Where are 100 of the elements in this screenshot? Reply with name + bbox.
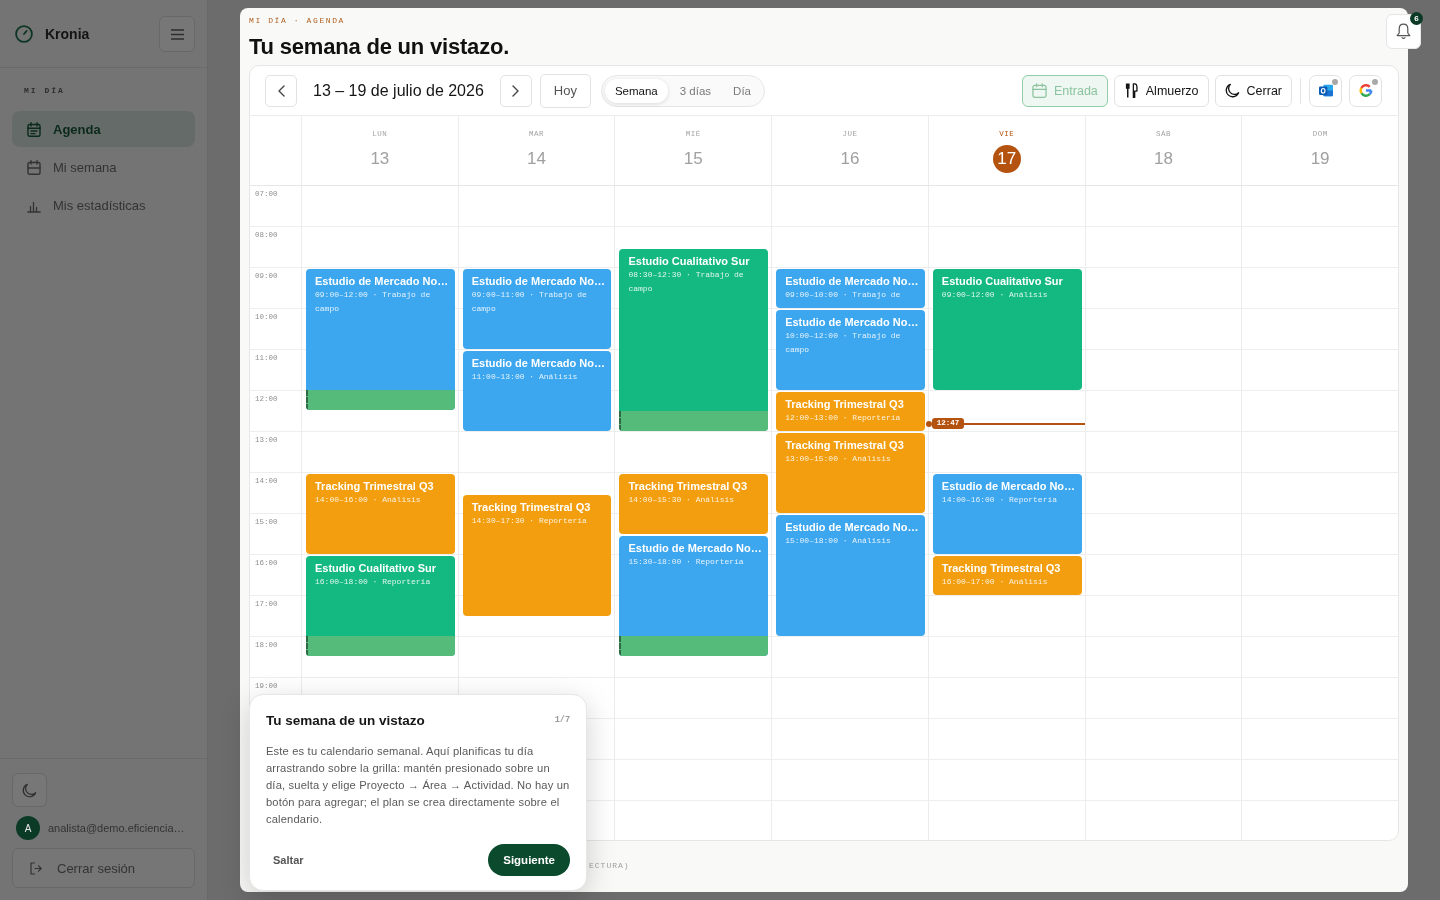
nav-item[interactable]: Mi semana — [12, 149, 195, 185]
day-number: 14 — [526, 148, 547, 170]
close-button[interactable]: Cerrar — [1214, 74, 1292, 107]
event-title: Estudio de Mercado No… — [627, 540, 763, 555]
next-week-button[interactable] — [499, 74, 532, 107]
tour-title: Tu semana de un vistazo — [266, 712, 425, 728]
menu-button[interactable] — [159, 16, 195, 52]
event-title: Estudio de Mercado No… — [314, 274, 450, 288]
event-detail: 15:00–18:00 · Análisis — [784, 535, 892, 547]
notifications-button[interactable]: 6 — [1386, 14, 1421, 49]
calendar-icon — [1032, 83, 1047, 98]
day-number: 17 — [992, 145, 1021, 173]
event-detail: 14:00–16:00 · Análisis — [314, 494, 422, 506]
event-title: Tracking Trimestral Q3 — [784, 438, 905, 452]
event-detail: 08:30–12:30 · Trabajo de campo — [627, 268, 745, 295]
calendar-list-icon — [27, 121, 41, 137]
day-number: 13 — [369, 148, 391, 170]
bell-icon — [1396, 23, 1411, 40]
chevron-left-icon — [277, 84, 285, 97]
view-tab[interactable]: 3 días — [669, 78, 722, 103]
day-number: 19 — [1309, 148, 1331, 170]
event-detail: 15:30–18:00 · Reportería — [627, 555, 745, 568]
user-email: analista@demo.eficiencia… — [48, 822, 185, 834]
page-title: Tu semana de un vistazo. — [249, 33, 511, 61]
event-detail: 16:00–17:00 · Análisis — [940, 576, 1049, 588]
event-detail: 10:00–12:00 · Trabajo de campo — [784, 330, 902, 356]
logout-icon — [30, 861, 42, 875]
calendar-sync-button[interactable] — [1309, 74, 1342, 107]
current-time-dot-icon — [925, 420, 932, 427]
tour-step-counter: 1/7 — [554, 715, 570, 725]
event-title: Tracking Trimestral Q3 — [784, 397, 905, 411]
event-detail: 14:30–17:30 · Reportería — [470, 514, 588, 527]
date-range-label: 13 – 19 de julio de 2026 — [313, 81, 484, 100]
event-detail: 14:00–16:00 · Reportería — [940, 494, 1059, 506]
next-button[interactable]: Siguiente — [488, 844, 570, 876]
event-card[interactable]: Estudio de Mercado No… 15:30–18:00 · Reportería — [619, 535, 769, 656]
day-number: 18 — [1152, 148, 1174, 170]
nav-item[interactable]: Agenda — [12, 111, 195, 147]
event-card[interactable]: Tracking Trimestral Q3 13:00–15:00 · Análisis — [776, 433, 925, 513]
event-detail: 09:00–10:00 · Trabajo de — [784, 289, 902, 301]
event-card[interactable]: Tracking Trimestral Q3 12:00–13:00 · Reportería — [776, 392, 925, 431]
event-title: Tracking Trimestral Q3 — [627, 479, 749, 493]
event-title: Estudio de Mercado No… — [784, 520, 920, 534]
user-avatar: A — [16, 816, 40, 840]
moon-icon — [22, 782, 37, 798]
theme-toggle-button[interactable] — [12, 773, 47, 807]
event-detail: 16:00–18:00 · Reportería — [314, 576, 432, 588]
event-title: Tracking Trimestral Q3 — [314, 479, 435, 493]
fork-knife-icon — [1123, 83, 1139, 98]
mail-tile-logo-icon — [1318, 84, 1333, 97]
calendar-sync-button[interactable] — [1349, 74, 1382, 107]
event-title: Estudio Cualitativo Sur — [940, 274, 1064, 288]
day-number: 16 — [839, 148, 861, 170]
event-detail: 14:00–15:30 · Análisis — [627, 494, 736, 506]
chevron-right-icon — [512, 84, 520, 97]
event-card[interactable]: Estudio de Mercado No… 11:00–13:00 · Análisis — [462, 351, 612, 431]
lunch-button[interactable]: Almuerzo — [1113, 74, 1209, 107]
skip-button[interactable]: Saltar — [266, 848, 311, 872]
event-title: Tracking Trimestral Q3 — [470, 499, 592, 514]
tour-text: Este es tu calendario semanal. Aquí planificas tu día arrastrando sobre la grilla: mantén presionado sobre un día, suelta y elige Proyecto → Área → Actividad. No hay un botón para agregar; el plan se crea directamente sobre el calendario. — [266, 744, 570, 827]
event-card[interactable]: Estudio de Mercado No… 14:00–16:00 · Reportería — [932, 474, 1082, 554]
event-title: Estudio de Mercado No… — [470, 356, 606, 370]
event-card[interactable]: Estudio de Mercado No… 15:00–18:00 · Análisis — [776, 515, 925, 636]
event-title: Estudio de Mercado No… — [470, 274, 606, 288]
view-tab[interactable]: Día — [723, 78, 761, 103]
event-card[interactable]: Tracking Trimestral Q3 14:30–17:30 · Reportería — [462, 494, 612, 616]
clock-logo-icon — [15, 25, 33, 43]
event-card[interactable]: Tracking Trimestral Q3 14:00–16:00 · Análisis — [306, 474, 455, 554]
event-detail: 09:00–12:00 · Trabajo de campo — [314, 289, 432, 315]
event-detail: 09:00–11:00 · Trabajo de campo — [470, 289, 588, 315]
event-card[interactable]: Estudio de Mercado No… 09:00–12:00 · Trabajo de campo — [306, 269, 455, 410]
event-title: Tracking Trimestral Q3 — [940, 561, 1062, 575]
today-button[interactable]: Hoy — [539, 73, 591, 108]
moon-icon — [1224, 83, 1240, 98]
calendar-icon — [27, 159, 41, 175]
nav-item[interactable]: Mis estadísticas — [12, 187, 195, 223]
day-number: 15 — [682, 148, 704, 170]
event-card[interactable]: Estudio Cualitativo Sur 08:30–12:30 · Trabajo de campo — [619, 248, 769, 431]
event-card[interactable]: Tracking Trimestral Q3 16:00–17:00 · Análisis — [932, 556, 1082, 595]
previous-week-button[interactable] — [265, 74, 297, 107]
event-title: Estudio de Mercado No… — [940, 479, 1077, 493]
logout-button[interactable]: Cerrar sesión — [12, 848, 195, 888]
event-title: Estudio Cualitativo Sur — [314, 561, 437, 575]
event-card[interactable]: Estudio de Mercado No… 09:00–10:00 · Trabajo de — [776, 269, 925, 308]
event-card[interactable]: Estudio Cualitativo Sur 09:00–12:00 · Análisis — [932, 269, 1082, 390]
view-tab[interactable]: Semana — [604, 78, 668, 103]
event-card[interactable]: Tracking Trimestral Q3 14:00–15:30 · Análisis — [619, 474, 769, 534]
event-title: Estudio de Mercado No… — [784, 274, 920, 288]
event-detail: 11:00–13:00 · Análisis — [470, 371, 579, 383]
event-card[interactable]: Estudio de Mercado No… 09:00–11:00 · Trabajo de campo — [462, 269, 612, 349]
event-detail: 13:00–15:00 · Análisis — [784, 453, 892, 465]
breadcrumb: MI DÍA · AGENDA — [249, 15, 346, 27]
event-detail: 12:00–13:00 · Reportería — [784, 412, 902, 424]
event-card[interactable]: Estudio de Mercado No… 10:00–12:00 · Trabajo de campo — [776, 310, 925, 390]
g-logo-icon — [1358, 84, 1373, 97]
event-title: Estudio Cualitativo Sur — [627, 253, 751, 268]
menu-icon — [170, 28, 184, 40]
notification-count-badge: 6 — [1410, 12, 1423, 25]
event-card[interactable]: Estudio Cualitativo Sur 16:00–18:00 · Reportería — [306, 556, 455, 656]
app-name: Kronia — [45, 26, 90, 42]
